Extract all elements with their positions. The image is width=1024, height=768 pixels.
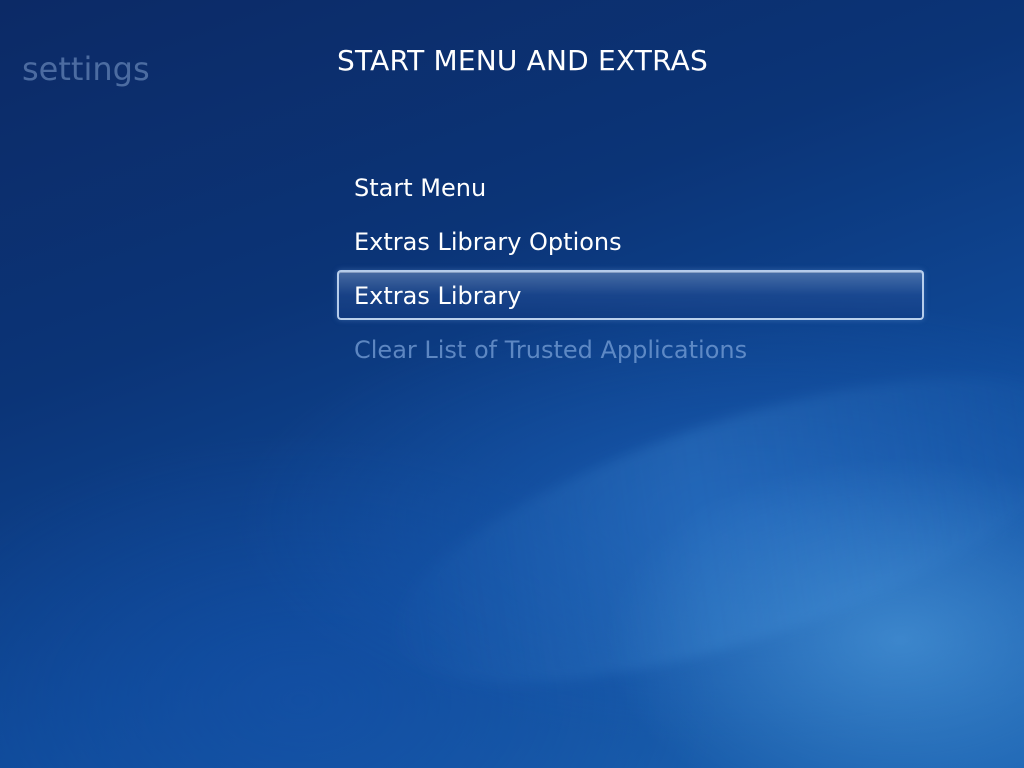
background-glow [363,314,1024,746]
menu-item-extras-library[interactable]: Extras Library [337,270,924,320]
section-label: settings [22,50,150,88]
menu-item-clear-trusted-applications: Clear List of Trusted Applications [354,336,748,364]
menu-item-start-menu[interactable]: Start Menu [337,162,924,212]
page-title: START MENU AND EXTRAS [337,44,708,77]
settings-menu: Start Menu Extras Library Options Extras… [337,162,924,378]
menu-item-extras-library-options[interactable]: Extras Library Options [337,216,924,266]
